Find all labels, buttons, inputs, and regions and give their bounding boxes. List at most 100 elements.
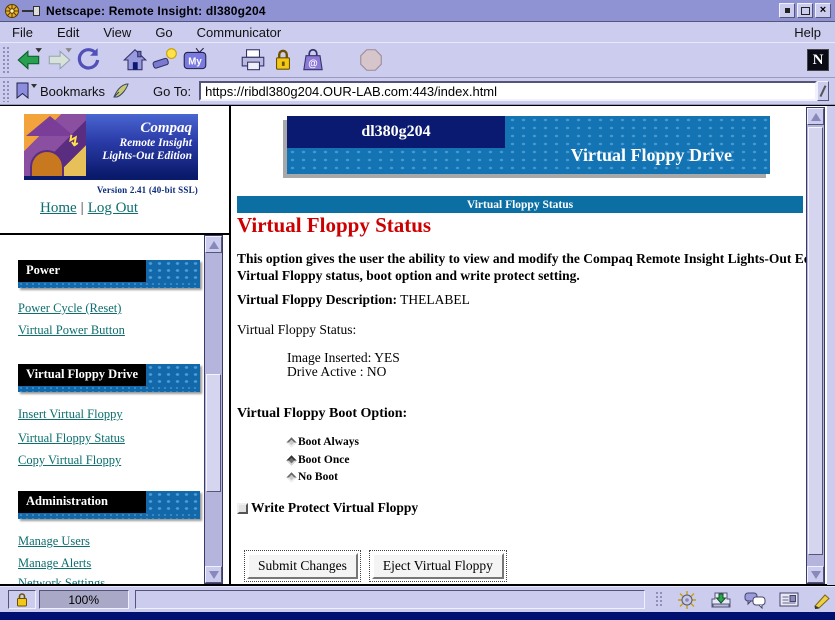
sidebar-link-virtual-floppy-status[interactable]: Virtual Floppy Status bbox=[18, 431, 125, 446]
discussions-component-button[interactable] bbox=[743, 591, 767, 609]
progress-value: 100% bbox=[68, 593, 99, 607]
description-line: Virtual Floppy Description: THELABEL bbox=[237, 292, 470, 308]
logo-product: Remote Insight bbox=[86, 137, 192, 150]
home-button[interactable] bbox=[120, 45, 150, 75]
url-input[interactable] bbox=[199, 81, 817, 101]
description-label: Virtual Floppy Description: bbox=[237, 292, 397, 307]
my-netscape-button[interactable]: My bbox=[180, 45, 210, 75]
main-scrollbar[interactable] bbox=[806, 107, 825, 584]
boot-option-radio-1[interactable] bbox=[286, 455, 296, 465]
link-separator: | bbox=[81, 200, 84, 216]
location-bar-grip[interactable] bbox=[2, 80, 10, 102]
maximize-button[interactable] bbox=[797, 3, 813, 18]
progress-indicator: 100% bbox=[39, 590, 129, 609]
menu-view[interactable]: View bbox=[91, 25, 143, 40]
minimize-button[interactable] bbox=[779, 3, 795, 18]
address-book-icon bbox=[778, 591, 800, 609]
sidebar-logo-frame: ↯ Compaq Remote Insight Lights-Out Editi… bbox=[0, 107, 229, 234]
sidebar-scrollbar[interactable] bbox=[204, 235, 223, 584]
window-pin-icon[interactable] bbox=[22, 6, 40, 16]
menu-go[interactable]: Go bbox=[143, 25, 184, 40]
home-icon bbox=[121, 46, 149, 74]
sidebar-scroll-up-arrow[interactable] bbox=[205, 236, 222, 253]
frameset: ↯ Compaq Remote Insight Lights-Out Editi… bbox=[0, 105, 835, 586]
sidebar-link-virtual-power-button[interactable]: Virtual Power Button bbox=[18, 323, 125, 338]
navigator-component-button[interactable] bbox=[675, 591, 699, 609]
back-button[interactable] bbox=[14, 45, 44, 75]
netscape-logo[interactable]: N bbox=[807, 49, 829, 71]
window-bottom-edge bbox=[0, 612, 835, 620]
print-icon bbox=[239, 46, 267, 74]
banner-page-title: Virtual Floppy Drive bbox=[571, 145, 770, 174]
sidebar-link-network-settings[interactable]: Network Settings bbox=[18, 576, 105, 584]
mailbox-component-button[interactable] bbox=[709, 591, 733, 609]
component-bar-grip[interactable] bbox=[655, 591, 663, 609]
main-scroll-up-arrow[interactable] bbox=[807, 108, 824, 125]
boot-option-row-2: No Boot bbox=[287, 471, 338, 483]
logout-link[interactable]: Log Out bbox=[88, 200, 138, 216]
stop-button[interactable] bbox=[356, 45, 386, 75]
reload-button[interactable] bbox=[74, 45, 104, 75]
main-scrollbar-thumb[interactable] bbox=[808, 127, 823, 555]
browser-window: Netscape: Remote Insight: dl380g204 × Fi… bbox=[0, 0, 835, 620]
main-content-frame: dl380g204 Virtual Floppy Drive Virtual F… bbox=[231, 107, 806, 584]
menu-help[interactable]: Help bbox=[780, 25, 835, 40]
home-link[interactable]: Home bbox=[40, 200, 77, 216]
sidebar-link-copy-virtual-floppy[interactable]: Copy Virtual Floppy bbox=[18, 453, 121, 468]
forward-button[interactable] bbox=[44, 45, 74, 75]
bookmarks-menu[interactable]: Bookmarks bbox=[40, 84, 105, 99]
menu-edit[interactable]: Edit bbox=[45, 25, 91, 40]
boot-option-label-2[interactable]: No Boot bbox=[298, 471, 338, 483]
sidebar-nav-frame: Power Power Cycle (Reset) Virtual Power … bbox=[0, 235, 229, 584]
section-header-administration: Administration bbox=[18, 491, 200, 519]
my-netscape-icon: My bbox=[181, 46, 209, 74]
close-button[interactable]: × bbox=[815, 3, 831, 18]
sidebar-link-manage-alerts[interactable]: Manage Alerts bbox=[18, 556, 91, 571]
menu-communicator[interactable]: Communicator bbox=[185, 25, 294, 40]
title-bar: Netscape: Remote Insight: dl380g204 × bbox=[0, 0, 835, 22]
section-title-virtual-floppy: Virtual Floppy Drive bbox=[26, 367, 138, 382]
navigator-icon bbox=[677, 591, 697, 609]
composer-icon bbox=[813, 591, 833, 609]
shop-button[interactable]: @ bbox=[298, 45, 328, 75]
sidebar-scrollbar-thumb[interactable] bbox=[206, 374, 221, 492]
status-bar: 100% bbox=[0, 586, 835, 612]
write-protect-label[interactable]: Write Protect Virtual Floppy bbox=[251, 500, 418, 516]
page-heading: Virtual Floppy Status bbox=[237, 213, 431, 238]
menu-file[interactable]: File bbox=[0, 25, 45, 40]
eject-virtual-floppy-button[interactable]: Eject Virtual Floppy bbox=[372, 553, 504, 579]
goto-label: Go To: bbox=[153, 84, 191, 99]
composer-component-button[interactable] bbox=[811, 591, 835, 609]
section-title-bar-text: Virtual Floppy Status bbox=[467, 199, 573, 211]
boot-option-radio-2[interactable] bbox=[286, 472, 296, 482]
boot-option-label-1[interactable]: Boot Once bbox=[298, 454, 349, 466]
boot-option-radio-0[interactable] bbox=[286, 437, 296, 447]
submit-changes-button[interactable]: Submit Changes bbox=[247, 553, 358, 579]
sidebar-link-insert-virtual-floppy[interactable]: Insert Virtual Floppy bbox=[18, 407, 123, 422]
sidebar-link-power-cycle[interactable]: Power Cycle (Reset) bbox=[18, 301, 121, 316]
status-lock-icon bbox=[15, 592, 29, 607]
search-button[interactable] bbox=[150, 45, 180, 75]
reload-icon bbox=[75, 46, 103, 74]
section-header-virtual-floppy: Virtual Floppy Drive bbox=[18, 364, 200, 392]
boot-option-label-0[interactable]: Boot Always bbox=[298, 436, 359, 448]
location-proxy-icon[interactable] bbox=[111, 81, 131, 101]
sidebar-scroll-down-arrow[interactable] bbox=[205, 566, 222, 583]
main-scroll-down-arrow[interactable] bbox=[807, 566, 824, 583]
url-dropdown-button[interactable] bbox=[817, 81, 829, 101]
sidebar-link-manage-users[interactable]: Manage Users bbox=[18, 534, 90, 549]
boot-option-row-0: Boot Always bbox=[287, 436, 359, 448]
banner-host-name: dl380g204 bbox=[361, 123, 430, 141]
print-button[interactable] bbox=[238, 45, 268, 75]
version-label: Version 2.41 (40-bit SSL) bbox=[24, 185, 198, 195]
security-button[interactable] bbox=[268, 45, 298, 75]
intro-line-1: This option gives the user the ability t… bbox=[237, 251, 806, 267]
boot-option-row-1: Boot Once bbox=[287, 454, 349, 466]
banner-host-box: dl380g204 bbox=[287, 116, 505, 148]
forward-icon bbox=[45, 46, 73, 74]
description-value: THELABEL bbox=[400, 292, 470, 307]
toolbar-grip[interactable] bbox=[2, 46, 10, 75]
write-protect-checkbox[interactable] bbox=[237, 503, 248, 514]
security-indicator[interactable] bbox=[8, 590, 36, 609]
address-book-component-button[interactable] bbox=[777, 591, 801, 609]
